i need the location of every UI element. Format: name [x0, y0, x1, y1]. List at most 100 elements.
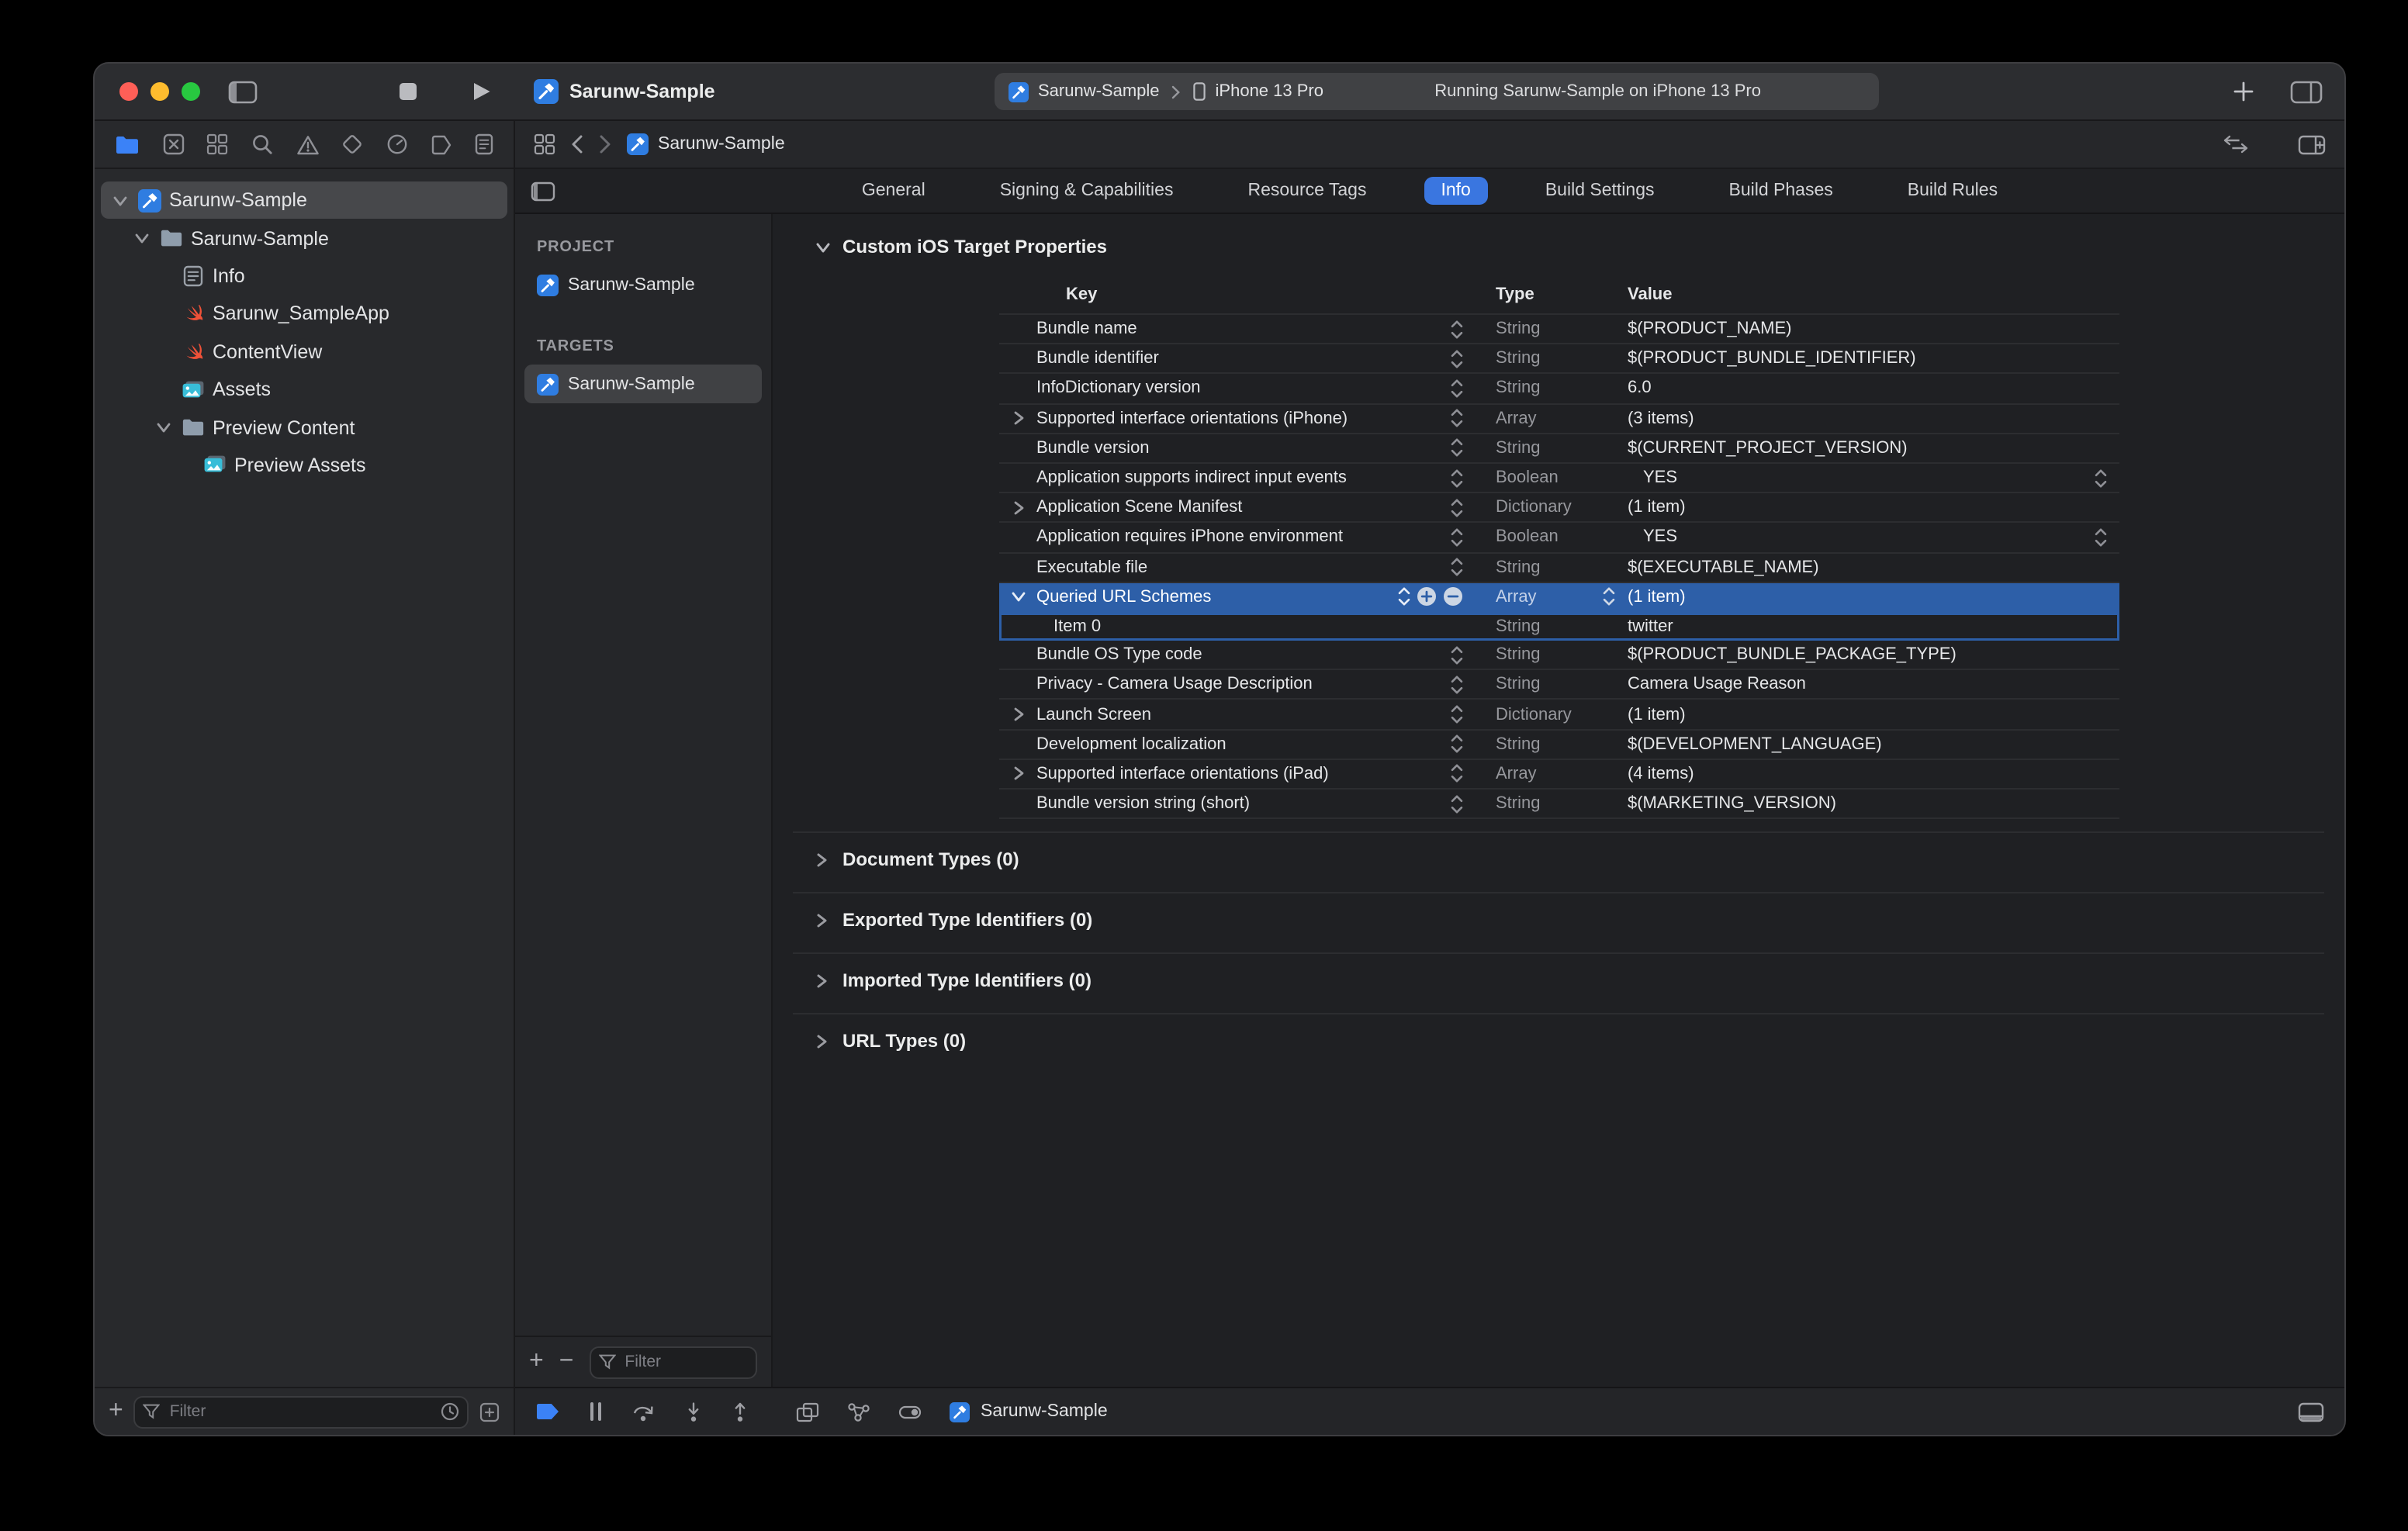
- stop-button[interactable]: [399, 82, 417, 101]
- navigator-item[interactable]: Sarunw-Sample: [101, 219, 507, 257]
- plist-key-cell[interactable]: Bundle OS Type code: [1036, 641, 1468, 669]
- add-editor-icon[interactable]: [2298, 134, 2326, 154]
- plist-key-cell[interactable]: Supported interface orientations (iPhone…: [1036, 404, 1468, 432]
- collapsed-section[interactable]: Exported Type Identifiers (0): [793, 892, 2324, 952]
- editor-tab[interactable]: Build Phases: [1712, 177, 1850, 205]
- close-window-button[interactable]: [119, 82, 138, 101]
- navigator-item[interactable]: Preview Content: [101, 409, 507, 447]
- pause-icon[interactable]: [588, 1402, 604, 1421]
- zoom-window-button[interactable]: [182, 82, 200, 101]
- plist-value-cell[interactable]: $(DEVELOPMENT_LANGUAGE): [1628, 734, 2082, 753]
- navigator-item[interactable]: Sarunw_SampleApp: [101, 295, 507, 333]
- row-disclosure-icon[interactable]: [999, 411, 1036, 425]
- plist-type-cell[interactable]: String: [1496, 315, 1628, 343]
- disclosure-chevron-icon[interactable]: [132, 231, 150, 245]
- plist-key-cell[interactable]: Bundle identifier: [1036, 344, 1468, 372]
- plist-key-cell[interactable]: Launch Screen: [1036, 700, 1468, 728]
- collapsed-section[interactable]: Document Types (0): [793, 831, 2324, 892]
- plist-type-cell[interactable]: String: [1496, 344, 1628, 372]
- key-controls[interactable]: [1451, 704, 1468, 724]
- plist-value-cell[interactable]: 6.0: [1628, 379, 2082, 398]
- project-navigator-icon[interactable]: [115, 134, 140, 154]
- step-out-icon[interactable]: [731, 1401, 749, 1422]
- editor-tab[interactable]: General: [845, 177, 943, 205]
- plist-row[interactable]: Privacy - Camera Usage Description Strin…: [999, 671, 2119, 700]
- environment-overrides-icon[interactable]: [898, 1401, 922, 1422]
- remove-target-button[interactable]: −: [559, 1350, 574, 1374]
- filter-scope-icon[interactable]: [479, 1401, 500, 1422]
- plist-value-cell[interactable]: YES: [1628, 468, 2082, 487]
- plist-key-cell[interactable]: Bundle name: [1036, 315, 1468, 343]
- disclosure-chevron-icon[interactable]: [154, 420, 172, 434]
- plist-key-cell[interactable]: Development localization: [1036, 730, 1468, 758]
- section-chevron-icon[interactable]: [793, 1034, 829, 1048]
- plist-key-cell[interactable]: Privacy - Camera Usage Description: [1036, 671, 1468, 699]
- plist-row[interactable]: Application requires iPhone environment …: [999, 524, 2119, 553]
- plist-row[interactable]: Application Scene Manifest Dictionary (1…: [999, 493, 2119, 523]
- plist-type-cell[interactable]: Array: [1496, 760, 1628, 788]
- plist-type-cell[interactable]: Boolean: [1496, 524, 1628, 551]
- plist-section-header[interactable]: Custom iOS Target Properties: [773, 214, 2344, 257]
- scheme-selector[interactable]: Sarunw-Sample iPhone 13 Pro: [995, 81, 1323, 102]
- key-controls[interactable]: [1451, 468, 1468, 488]
- related-items-icon[interactable]: [534, 133, 555, 155]
- key-controls[interactable]: [1451, 675, 1468, 695]
- debug-memory-graph-icon[interactable]: [847, 1401, 870, 1422]
- breakpoints-toggle-icon[interactable]: [535, 1402, 560, 1421]
- plist-value-cell[interactable]: twitter: [1628, 617, 2082, 636]
- recent-files-clock-icon[interactable]: [441, 1402, 459, 1421]
- plist-key-cell[interactable]: Supported interface orientations (iPad): [1036, 760, 1468, 788]
- key-controls[interactable]: [1451, 378, 1468, 399]
- key-controls[interactable]: [1451, 408, 1468, 428]
- step-into-icon[interactable]: [684, 1401, 703, 1422]
- minimize-window-button[interactable]: [150, 82, 169, 101]
- test-navigator-icon[interactable]: [341, 133, 363, 155]
- editor-tab[interactable]: Info: [1424, 177, 1487, 205]
- editor-tab[interactable]: Signing & Capabilities: [983, 177, 1191, 205]
- plist-row[interactable]: Bundle name String $(PRODUCT_NAME): [999, 315, 2119, 344]
- plist-type-cell[interactable]: String: [1496, 671, 1628, 699]
- plist-key-cell[interactable]: Executable file: [1036, 553, 1468, 581]
- navigator-item[interactable]: Info: [101, 257, 507, 295]
- plist-type-cell[interactable]: String: [1496, 730, 1628, 758]
- project-row[interactable]: Sarunw-Sample: [524, 265, 762, 304]
- section-chevron-icon[interactable]: [793, 973, 829, 987]
- navigator-item[interactable]: ContentView: [101, 333, 507, 371]
- key-controls[interactable]: [1451, 557, 1468, 577]
- disclosure-chevron-icon[interactable]: [110, 193, 129, 207]
- symbol-navigator-icon[interactable]: [207, 133, 229, 155]
- key-controls[interactable]: [1451, 645, 1468, 665]
- plist-type-cell[interactable]: Array: [1496, 582, 1628, 610]
- navigator-add-button[interactable]: +: [109, 1399, 123, 1424]
- plist-row[interactable]: Queried URL Schemes Array (1 item): [999, 582, 2119, 612]
- row-disclosure-icon[interactable]: [999, 767, 1036, 781]
- plist-row[interactable]: Bundle identifier String $(PRODUCT_BUNDL…: [999, 344, 2119, 374]
- breakpoint-navigator-icon[interactable]: [431, 134, 452, 154]
- row-disclosure-icon[interactable]: [999, 500, 1036, 514]
- editor-tab[interactable]: Build Rules: [1891, 177, 2015, 205]
- plist-value-cell[interactable]: (3 items): [1628, 409, 2082, 427]
- plist-type-cell[interactable]: Dictionary: [1496, 700, 1628, 728]
- key-controls[interactable]: [1451, 793, 1468, 814]
- plist-type-cell[interactable]: Boolean: [1496, 464, 1628, 492]
- plist-key-cell[interactable]: Item 0: [1036, 613, 1468, 641]
- navigator-filter-input[interactable]: [167, 1401, 434, 1422]
- key-controls[interactable]: [1451, 497, 1468, 517]
- navigator-item[interactable]: Sarunw-Sample: [101, 181, 507, 219]
- plist-row[interactable]: Bundle version string (short) String $(M…: [999, 790, 2119, 819]
- key-controls[interactable]: [1451, 527, 1468, 548]
- targets-filter-input[interactable]: [621, 1351, 748, 1373]
- plist-type-cell[interactable]: String: [1496, 375, 1628, 403]
- add-button[interactable]: [2233, 81, 2254, 102]
- navigator-item[interactable]: Preview Assets: [101, 446, 507, 484]
- key-controls[interactable]: [1451, 319, 1468, 339]
- navigator-filter-field[interactable]: [134, 1395, 469, 1428]
- collapsed-section[interactable]: Imported Type Identifiers (0): [793, 952, 2324, 1013]
- plist-key-cell[interactable]: InfoDictionary version: [1036, 375, 1468, 403]
- toggle-debug-area-icon[interactable]: [2298, 1401, 2324, 1422]
- plist-row[interactable]: Supported interface orientations (iPhone…: [999, 404, 2119, 434]
- plist-value-cell[interactable]: Camera Usage Reason: [1628, 676, 2082, 694]
- plist-row[interactable]: Supported interface orientations (iPad) …: [999, 760, 2119, 790]
- plist-type-cell[interactable]: Array: [1496, 404, 1628, 432]
- plist-key-cell[interactable]: Bundle version string (short): [1036, 790, 1468, 817]
